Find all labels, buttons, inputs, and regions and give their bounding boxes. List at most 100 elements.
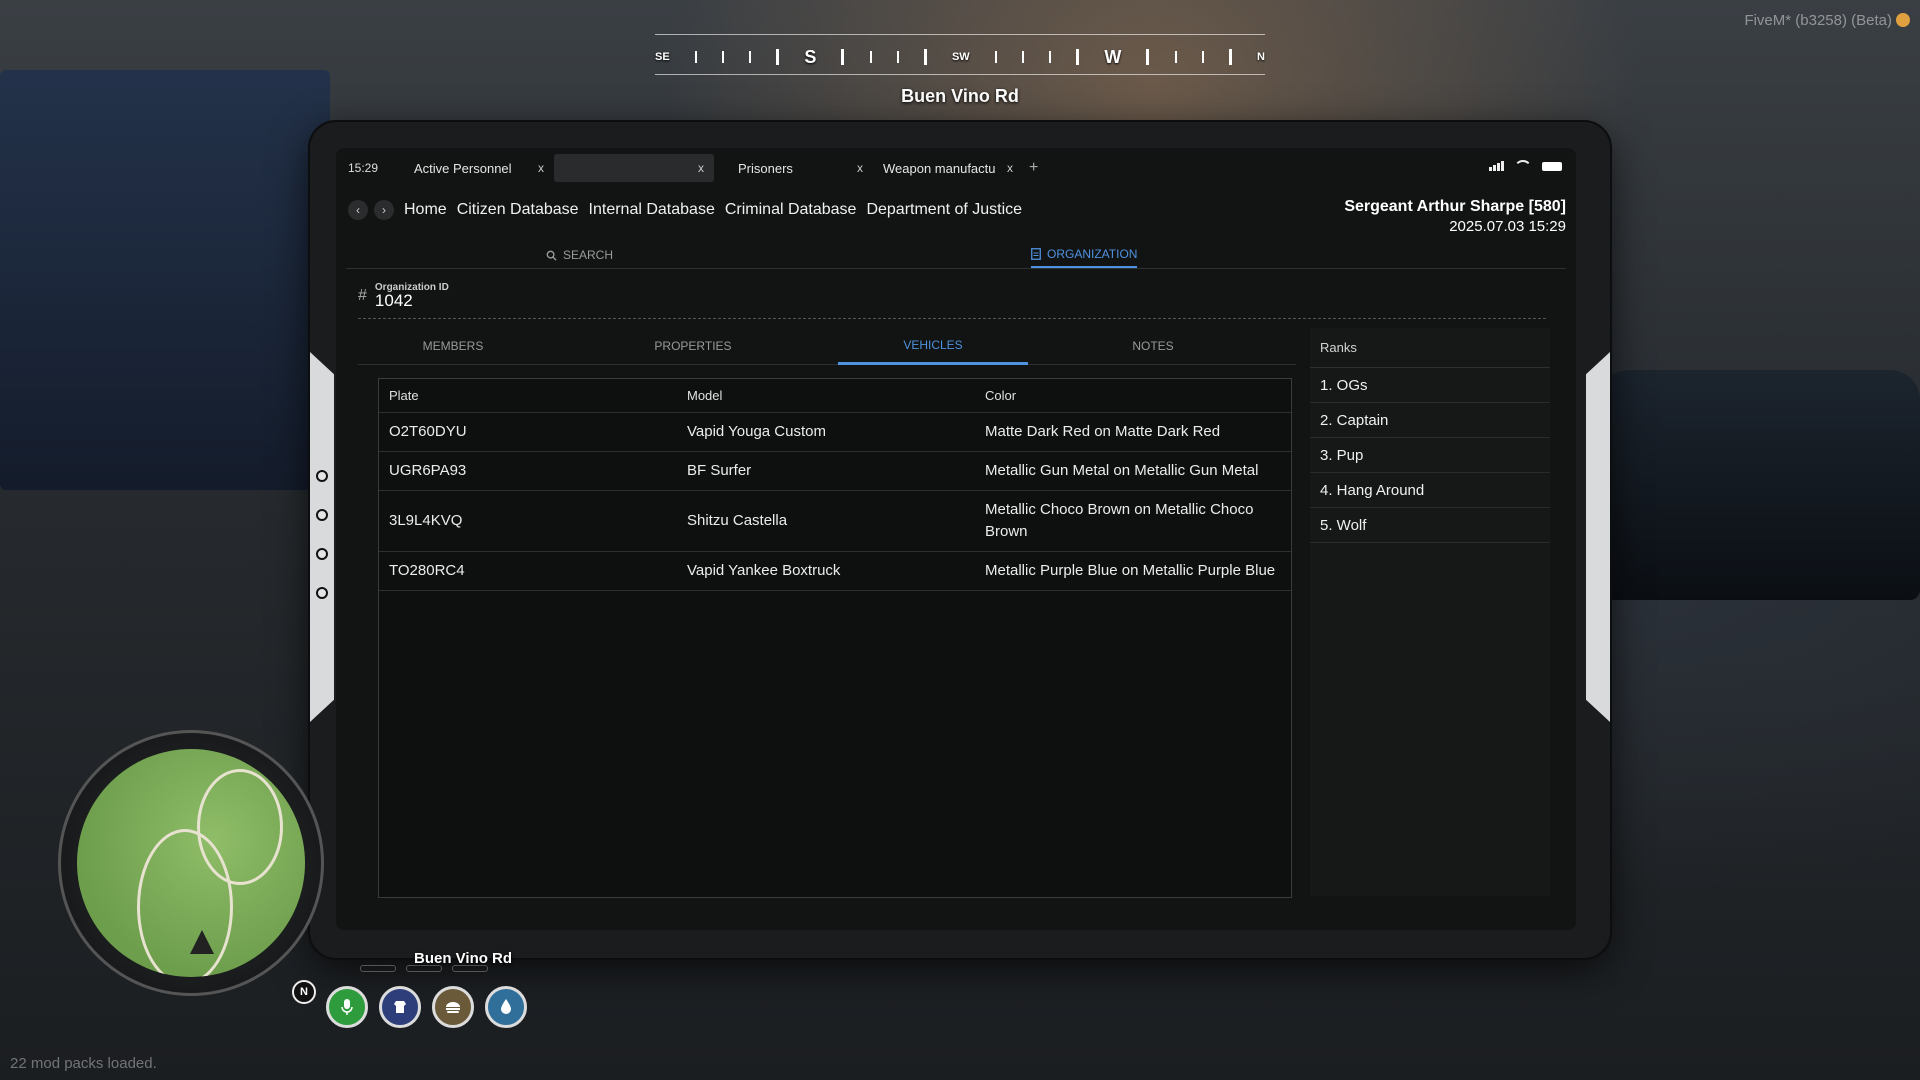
- tablet-right-handle: [1586, 352, 1610, 722]
- tab-empty[interactable]: x: [554, 154, 714, 182]
- side-button[interactable]: [316, 548, 328, 560]
- cell-plate: 3L9L4KVQ: [379, 490, 677, 552]
- tablet-side-buttons: [316, 470, 328, 599]
- organization-subtabs: MEMBERS PROPERTIES VEHICLES NOTES: [358, 328, 1296, 365]
- compass-tick: [994, 51, 997, 63]
- hash-icon: #: [358, 286, 367, 304]
- background-truck: [0, 70, 330, 490]
- officer-datetime: 2025.07.03 15:29: [1449, 218, 1566, 235]
- section-search[interactable]: SEARCH: [546, 242, 613, 268]
- tab-prisoners[interactable]: Prisoners x: [728, 154, 873, 182]
- compass-tick: [776, 49, 780, 65]
- ranks-title: Ranks: [1310, 328, 1550, 368]
- tab-label: Weapon manufactu: [883, 160, 996, 176]
- officer-info: Sergeant Arthur Sharpe [580] 2025.07.03 …: [1344, 198, 1566, 235]
- compass-tick: [1146, 49, 1150, 65]
- compass-tick: [869, 51, 872, 63]
- compass-point-n: N: [1256, 51, 1265, 63]
- ranks-panel: Ranks 1. OGs 2. Captain 3. Pup 4. Hang A…: [1310, 328, 1550, 896]
- fivem-version-label: FiveM* (b3258) (Beta): [1744, 12, 1892, 29]
- side-button[interactable]: [316, 587, 328, 599]
- tab-close-button[interactable]: x: [1007, 161, 1013, 175]
- home-indicator[interactable]: [360, 965, 396, 972]
- minimap-road: [197, 769, 283, 885]
- column-header-plate[interactable]: Plate: [379, 379, 677, 413]
- cell-plate: O2T60DYU: [379, 412, 677, 452]
- organization-id-field: # Organization ID 1042: [358, 282, 449, 309]
- hunger-icon: [432, 986, 474, 1028]
- cell-plate: TO280RC4: [379, 551, 677, 591]
- organization-id-value: 1042: [374, 291, 413, 310]
- document-icon: [1031, 248, 1041, 260]
- table-row[interactable]: 3L9L4KVQ Shitzu Castella Metallic Choco …: [379, 490, 1291, 552]
- tab-close-button[interactable]: x: [538, 161, 544, 175]
- rank-item[interactable]: 4. Hang Around: [1310, 473, 1550, 508]
- compass-top-line: [655, 34, 1265, 35]
- rank-item[interactable]: 1. OGs: [1310, 368, 1550, 403]
- add-tab-button[interactable]: +: [1029, 159, 1038, 177]
- cell-model: Shitzu Castella: [677, 490, 975, 552]
- side-button[interactable]: [316, 470, 328, 482]
- status-icons: [1489, 160, 1562, 172]
- table-row[interactable]: O2T60DYU Vapid Yougа Custom Matte Dark R…: [379, 412, 1291, 452]
- subtab-members[interactable]: MEMBERS: [358, 328, 548, 364]
- compass-street-name: Buen Vino Rd: [901, 86, 1019, 106]
- column-header-model[interactable]: Model: [677, 379, 975, 413]
- tab-weapon-manufacturers[interactable]: Weapon manufactu x: [873, 154, 1023, 182]
- subtab-properties[interactable]: PROPERTIES: [598, 328, 788, 364]
- compass-point-w: W: [1104, 46, 1122, 67]
- tab-close-button[interactable]: x: [857, 161, 863, 175]
- tab-bar: 15:29 Active Personnel x x Prisoners x W…: [336, 148, 1576, 188]
- cell-color: Metallic Purple Blue on Metallic Purple …: [975, 551, 1291, 591]
- nav-link-home[interactable]: Home: [404, 201, 447, 219]
- nav-link-department-of-justice[interactable]: Department of Justice: [866, 201, 1022, 219]
- status-clock: 15:29: [348, 161, 379, 175]
- cell-model: Vapid Yankee Boxtruck: [677, 551, 975, 591]
- column-header-color[interactable]: Color: [975, 379, 1291, 413]
- mod-packs-status: 22 mod packs loaded.: [10, 1055, 157, 1072]
- cell-color: Metallic Choco Brown on Metallic Choco B…: [975, 490, 1291, 552]
- subtab-vehicles[interactable]: VEHICLES: [838, 328, 1028, 365]
- microphone-icon: [326, 986, 368, 1028]
- cell-model: Vapid Yougа Custom: [677, 412, 975, 452]
- table-row[interactable]: UGR6PA93 BF Surfer Metallic Gun Metal on…: [379, 451, 1291, 491]
- nav-link-internal-database[interactable]: Internal Database: [589, 201, 715, 219]
- vehicles-table-container: Plate Model Color O2T60DYU Vapid Yougа C…: [378, 378, 1292, 898]
- compass-tick: [721, 51, 724, 63]
- nav-link-criminal-database[interactable]: Criminal Database: [725, 201, 857, 219]
- section-search-label: SEARCH: [563, 248, 614, 262]
- compass-tick: [1174, 51, 1177, 63]
- armor-icon: [379, 986, 421, 1028]
- cell-model: BF Surfer: [677, 451, 975, 491]
- side-button[interactable]: [316, 509, 328, 521]
- signal-icon: [1489, 161, 1504, 171]
- tab-label: Active Personnel: [414, 160, 512, 176]
- tab-label: Prisoners: [738, 160, 793, 176]
- officer-name: Sergeant Arthur Sharpe [580]: [1344, 198, 1566, 215]
- back-button[interactable]: ‹: [348, 200, 368, 220]
- section-organization[interactable]: ORGANIZATION: [1031, 242, 1138, 268]
- search-icon: [546, 250, 557, 261]
- wifi-icon: [1514, 160, 1532, 172]
- forward-button[interactable]: ›: [374, 200, 394, 220]
- compass-tick: [1021, 51, 1024, 63]
- rank-item[interactable]: 3. Pup: [1310, 438, 1550, 473]
- rank-item[interactable]: 2. Captain: [1310, 403, 1550, 438]
- player-marker-icon: [190, 930, 214, 954]
- tab-active-personnel[interactable]: Active Personnel x: [404, 154, 554, 182]
- compass-tick: [841, 49, 845, 65]
- rank-item[interactable]: 5. Wolf: [1310, 508, 1550, 543]
- tab-close-button[interactable]: x: [698, 161, 704, 175]
- cell-color: Matte Dark Red on Matte Dark Red: [975, 412, 1291, 452]
- compass-point-se: SE: [655, 51, 670, 63]
- subtab-notes[interactable]: NOTES: [1058, 328, 1248, 364]
- table-row[interactable]: TO280RC4 Vapid Yankee Boxtruck Metallic …: [379, 551, 1291, 591]
- minimap: [58, 730, 324, 996]
- table-header-row: Plate Model Color: [379, 379, 1291, 413]
- compass-point-s: S: [804, 46, 817, 67]
- nav-link-citizen-database[interactable]: Citizen Database: [457, 201, 579, 219]
- divider: [358, 318, 1546, 319]
- battery-icon: [1542, 161, 1562, 171]
- section-organization-label: ORGANIZATION: [1047, 247, 1138, 261]
- compass-tick: [1228, 49, 1232, 65]
